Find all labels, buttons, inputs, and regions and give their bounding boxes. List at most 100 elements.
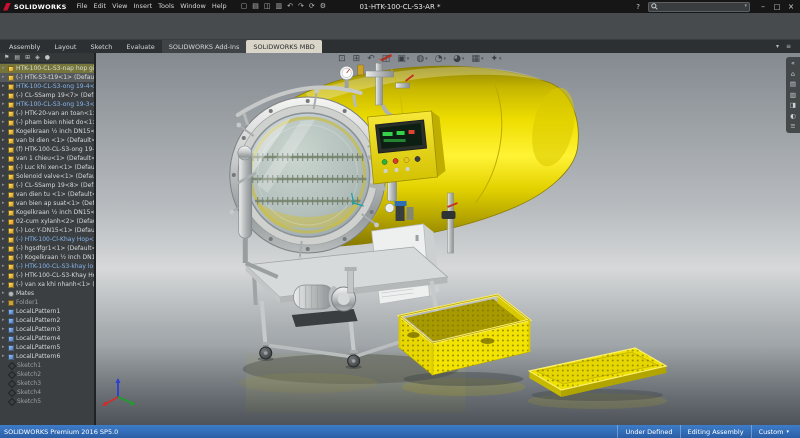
tree-item[interactable]: ▸(f) HTK-100-CL-S3-ong 19-4<1> ( bbox=[0, 145, 94, 154]
apply-scene-icon[interactable]: ▦▾ bbox=[471, 55, 483, 64]
tree-item[interactable]: ▸LocalLPattern3 bbox=[0, 325, 94, 334]
menu-item-edit[interactable]: Edit bbox=[90, 0, 109, 13]
tree-item[interactable]: Sketch4 bbox=[0, 388, 94, 397]
tree-item[interactable]: ▸(-) HTK-S3-t19<1> (Default<<Defau bbox=[0, 73, 94, 82]
tree-item[interactable]: Sketch2 bbox=[0, 370, 94, 379]
tree-item[interactable]: Sketch5 bbox=[0, 397, 94, 406]
menu-item-window[interactable]: Window bbox=[177, 0, 209, 13]
tree-item[interactable]: ▸Mates bbox=[0, 289, 94, 298]
tree-item[interactable]: ▸LocalLPattern1 bbox=[0, 307, 94, 316]
open-file-icon[interactable]: ▤ bbox=[252, 0, 259, 13]
featuremanager-tab-icon[interactable]: ⚑ bbox=[4, 55, 9, 61]
tree-item[interactable]: ▸(-) HTK-20-van an toan<1> (Defau bbox=[0, 109, 94, 118]
design-library-icon[interactable]: ▤ bbox=[790, 81, 796, 88]
print-icon[interactable]: ▥ bbox=[276, 0, 283, 13]
tree-item[interactable]: ▸(-) HTK-100-CL-S3-Khay Hop< bbox=[0, 271, 94, 280]
pin-toolbar-icon[interactable]: ≡ bbox=[786, 43, 791, 50]
chevron-down-icon[interactable]: ▾ bbox=[462, 57, 465, 62]
previous-view-icon[interactable]: ↶ bbox=[367, 55, 375, 64]
chevron-down-icon[interactable]: ▾ bbox=[481, 57, 484, 62]
tree-item[interactable]: ▸HTK-100-CL-S3-nap hop gia nhiet bbox=[0, 64, 94, 73]
edit-appearance-icon[interactable]: ◕▾ bbox=[453, 55, 464, 64]
collapse-taskpane-icon[interactable]: « bbox=[791, 60, 795, 67]
redo-icon[interactable]: ↷ bbox=[298, 0, 304, 13]
menu-item-view[interactable]: View bbox=[109, 0, 130, 13]
minimize-button[interactable]: – bbox=[756, 0, 770, 13]
tree-item[interactable]: Sketch3 bbox=[0, 379, 94, 388]
tab-sketch[interactable]: Sketch bbox=[83, 40, 119, 53]
3d-viewport[interactable]: ⊡ ⊞ ↶ ◫ ▣▾ ◍▾ ◔▾ ◕▾ ▦▾ ✦▾ « ⌂ ▤ ▥ ◨ ◐ ≡ bbox=[96, 53, 800, 425]
tree-item[interactable]: ▸van bien ap suat<1> (Default< bbox=[0, 199, 94, 208]
menu-item-tools[interactable]: Tools bbox=[155, 0, 177, 13]
tree-item[interactable]: ▸(-) Kogelkraan ½ Inch DN15< bbox=[0, 253, 94, 262]
tree-item[interactable]: ▸Kogelkraan ½ inch DN15<2> ( bbox=[0, 208, 94, 217]
tab-assembly[interactable]: Assembly bbox=[2, 40, 47, 53]
display-style-icon[interactable]: ◍▾ bbox=[416, 55, 427, 64]
tree-item[interactable]: ▸(-) CL-SSamp 19<7> (Default<<Def bbox=[0, 91, 94, 100]
tab-layout[interactable]: Layout bbox=[47, 40, 83, 53]
tree-item[interactable]: ▸Folder1 bbox=[0, 298, 94, 307]
tree-item[interactable]: ▸LocalLPattern2 bbox=[0, 316, 94, 325]
chevron-down-icon[interactable]: ▾ bbox=[425, 57, 428, 62]
tree-item[interactable]: ▸LocalLPattern4 bbox=[0, 334, 94, 343]
section-view-icon[interactable]: ◫ bbox=[382, 55, 391, 64]
view-settings-icon[interactable]: ✦▾ bbox=[490, 55, 501, 64]
save-icon[interactable]: ◫ bbox=[264, 0, 271, 13]
tree-item[interactable]: ▸HTK-100-CL-S3-ong 19-3<1> (Def bbox=[0, 100, 94, 109]
status-custom[interactable]: Custom▾ bbox=[751, 425, 796, 438]
tree-item[interactable]: ▸van 1 chieu<1> (Default<Default bbox=[0, 154, 94, 163]
chevron-down-icon[interactable]: ▾ bbox=[444, 57, 447, 62]
graphics-area[interactable] bbox=[96, 53, 800, 425]
tree-item[interactable]: ▸02-cum xylanh<2> (Default<D bbox=[0, 217, 94, 226]
status-editing-assembly[interactable]: Editing Assembly bbox=[680, 425, 751, 438]
new-file-icon[interactable]: ▢ bbox=[241, 0, 248, 13]
tree-item[interactable]: ▸Kogelkraan ½ inch DN15<2> (De bbox=[0, 127, 94, 136]
view-palette-icon[interactable]: ◨ bbox=[790, 102, 796, 109]
chevron-down-icon[interactable]: ▾ bbox=[407, 57, 410, 62]
appearances-icon[interactable]: ◐ bbox=[790, 113, 796, 120]
tab-solidworks-add-ins[interactable]: SOLIDWORKS Add-Ins bbox=[162, 40, 247, 53]
tree-item[interactable]: ▸(-) hgsdfgr1<1> (Default<Def bbox=[0, 244, 94, 253]
menu-item-help[interactable]: Help bbox=[209, 0, 230, 13]
tree-item[interactable]: ▸(-) HTK-100-Cl-Khay Hop<1> ( bbox=[0, 235, 94, 244]
tree-item[interactable]: ▸(-) HTK-100-CL-S3-khay lo<2 bbox=[0, 262, 94, 271]
control-panel[interactable] bbox=[368, 111, 446, 184]
search-dropdown-icon[interactable]: ▾ bbox=[744, 4, 747, 9]
dimxpert-tab-icon[interactable]: ◈ bbox=[35, 55, 40, 61]
tab-options-icon[interactable]: ▾ bbox=[776, 43, 779, 50]
close-button[interactable]: × bbox=[784, 0, 798, 13]
zoom-area-icon[interactable]: ⊞ bbox=[353, 55, 361, 64]
solidworks-resources-icon[interactable]: ⌂ bbox=[791, 71, 795, 78]
maximize-button[interactable]: ▢ bbox=[770, 0, 784, 13]
search-input[interactable] bbox=[660, 3, 742, 11]
tree-item[interactable]: ▸(-) CL-SSamp 19<8> (Default<D bbox=[0, 181, 94, 190]
rebuild-icon[interactable]: ⟳ bbox=[309, 0, 315, 13]
options-icon[interactable]: ⚙ bbox=[320, 0, 326, 13]
tab-solidworks-mbd[interactable]: SOLIDWORKS MBD bbox=[246, 40, 321, 53]
tree-item[interactable]: ▸van dien tu <1> (Default<Defa bbox=[0, 190, 94, 199]
tree-item[interactable]: ▸(-) pham bien nhiet do<1> (Defau bbox=[0, 118, 94, 127]
tree-item[interactable]: ▸(-) Luc khi xen<1> (Default<Yok bbox=[0, 163, 94, 172]
menu-item-insert[interactable]: Insert bbox=[131, 0, 156, 13]
tree-item[interactable]: ▸HTK-100-CL-S3-ong 19-4<2> (Defa bbox=[0, 82, 94, 91]
chevron-down-icon[interactable]: ▾ bbox=[499, 57, 502, 62]
menu-item-file[interactable]: File bbox=[74, 0, 91, 13]
hide-show-items-icon[interactable]: ◔▾ bbox=[435, 55, 446, 64]
tree-item[interactable]: Sketch1 bbox=[0, 361, 94, 370]
status-under-defined[interactable]: Under Defined bbox=[617, 425, 679, 438]
view-orientation-icon[interactable]: ▣▾ bbox=[397, 55, 409, 64]
propertymanager-tab-icon[interactable]: ▤ bbox=[14, 55, 20, 61]
file-explorer-icon[interactable]: ▥ bbox=[790, 92, 796, 99]
tree-item[interactable]: ▸Solenoid valve<1> (Default<De bbox=[0, 172, 94, 181]
zoom-fit-icon[interactable]: ⊡ bbox=[338, 55, 346, 64]
tree-item[interactable]: ▸LocalLPattern5 bbox=[0, 343, 94, 352]
custom-properties-icon[interactable]: ≡ bbox=[790, 123, 795, 130]
tab-evaluate[interactable]: Evaluate bbox=[119, 40, 161, 53]
configurationmanager-tab-icon[interactable]: ⊞ bbox=[25, 55, 30, 61]
tree-item[interactable]: ▸(-) Loc Y-DN15<1> (Default<D bbox=[0, 226, 94, 235]
tree-item[interactable]: ▸van bi dien <1> (Default<Defaul bbox=[0, 136, 94, 145]
search-box[interactable]: ▾ bbox=[648, 2, 750, 12]
displaymanager-tab-icon[interactable]: ● bbox=[45, 55, 50, 61]
undo-icon[interactable]: ↶ bbox=[287, 0, 293, 13]
chevron-down-icon[interactable]: ▾ bbox=[786, 429, 789, 435]
